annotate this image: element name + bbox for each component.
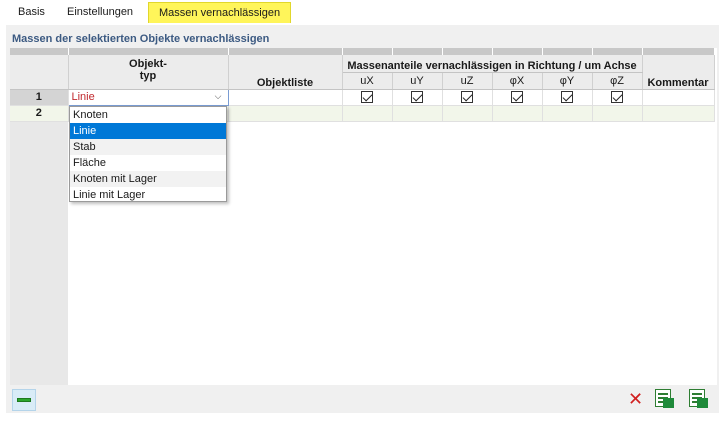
checkbox-uz[interactable]	[461, 91, 473, 104]
chevron-down-icon[interactable]: ⌵	[215, 91, 222, 102]
column-header-ux[interactable]: uX	[342, 72, 393, 90]
checkbox-cell-phiy[interactable]	[542, 105, 593, 122]
table-header-row: Objekt- typ Objektliste Massenanteile ve…	[10, 55, 715, 90]
column-header-uy[interactable]: uY	[392, 72, 443, 90]
checkbox-cell-uy[interactable]	[392, 89, 443, 106]
row-number[interactable]: 2	[10, 105, 69, 122]
ruler-bar	[17, 398, 31, 402]
checkbox-cell-phix[interactable]	[492, 105, 543, 122]
kommentar-cell[interactable]	[642, 89, 715, 106]
table-row[interactable]: 1 Linie ⌵	[10, 88, 715, 106]
excel-badge	[697, 398, 708, 408]
delete-x-icon: ✕	[628, 389, 644, 410]
objekttyp-dropdown-list[interactable]: Knoten Linie Stab Fläche Knoten mit Lage…	[69, 106, 227, 202]
checkbox-ux[interactable]	[361, 91, 373, 104]
main-panel: Massen der selektierten Objekte vernachl…	[6, 25, 719, 413]
checkbox-cell-phiy[interactable]	[542, 89, 593, 106]
dropdown-option-knoten[interactable]: Knoten	[70, 107, 226, 123]
dropdown-option-knoten-mit-lager[interactable]: Knoten mit Lager	[70, 171, 226, 187]
tab-massen-vernachlaessigen[interactable]: Massen vernachlässigen	[148, 2, 292, 23]
checkbox-cell-phiz[interactable]	[592, 89, 643, 106]
checkbox-phiy[interactable]	[561, 91, 573, 104]
dropdown-option-stab[interactable]: Stab	[70, 139, 226, 155]
section-title: Massen der selektierten Objekte vernachl…	[12, 33, 270, 45]
column-header-phiy[interactable]: φY	[542, 72, 593, 90]
dropdown-option-flaeche[interactable]: Fläche	[70, 155, 226, 171]
column-header-kommentar[interactable]: Kommentar	[642, 55, 715, 90]
excel-export-button[interactable]	[652, 387, 676, 409]
dropdown-option-linie-mit-lager[interactable]: Linie mit Lager	[70, 187, 226, 203]
tab-bar: Basis Einstellungen Massen vernachlässig…	[0, 0, 724, 25]
kommentar-cell[interactable]	[642, 105, 715, 122]
dropdown-option-linie[interactable]: Linie	[70, 123, 226, 139]
checkbox-cell-uz[interactable]	[442, 89, 493, 106]
objektliste-cell[interactable]	[228, 105, 343, 122]
column-header-uz[interactable]: uZ	[442, 72, 493, 90]
column-header-objektliste[interactable]: Objektliste	[228, 55, 343, 90]
tab-einstellungen[interactable]: Einstellungen	[57, 2, 143, 23]
row-number[interactable]: 1	[10, 89, 69, 106]
checkbox-cell-phix[interactable]	[492, 89, 543, 106]
grid-container: Objekt- typ Objektliste Massenanteile ve…	[10, 48, 717, 411]
checkbox-cell-ux[interactable]	[342, 105, 393, 122]
checkbox-cell-uy[interactable]	[392, 105, 443, 122]
objekttyp-select[interactable]: Linie ⌵	[67, 88, 229, 106]
checkbox-cell-ux[interactable]	[342, 89, 393, 106]
excel-badge	[663, 398, 674, 408]
column-header-objekttyp-line2: typ	[139, 70, 157, 82]
objektliste-cell[interactable]	[228, 89, 343, 106]
ruler-icon[interactable]	[12, 389, 36, 411]
row-number-header	[10, 55, 69, 90]
checkbox-phiz[interactable]	[611, 91, 623, 104]
column-header-objekttyp-line1: Objekt-	[129, 58, 167, 70]
excel-import-button[interactable]	[686, 387, 710, 409]
column-header-phix[interactable]: φX	[492, 72, 543, 90]
column-header-phiz[interactable]: φZ	[592, 72, 643, 90]
delete-button[interactable]: ✕	[622, 389, 646, 411]
column-group-header: Massenanteile vernachlässigen in Richtun…	[342, 55, 643, 73]
checkbox-phix[interactable]	[511, 91, 523, 104]
checkbox-cell-phiz[interactable]	[592, 105, 643, 122]
checkbox-uy[interactable]	[411, 91, 423, 104]
checkbox-cell-uz[interactable]	[442, 105, 493, 122]
tab-basis[interactable]: Basis	[8, 2, 55, 23]
objekttyp-value: Linie	[71, 91, 95, 103]
column-header-objekttyp[interactable]: Objekt- typ	[68, 55, 229, 90]
